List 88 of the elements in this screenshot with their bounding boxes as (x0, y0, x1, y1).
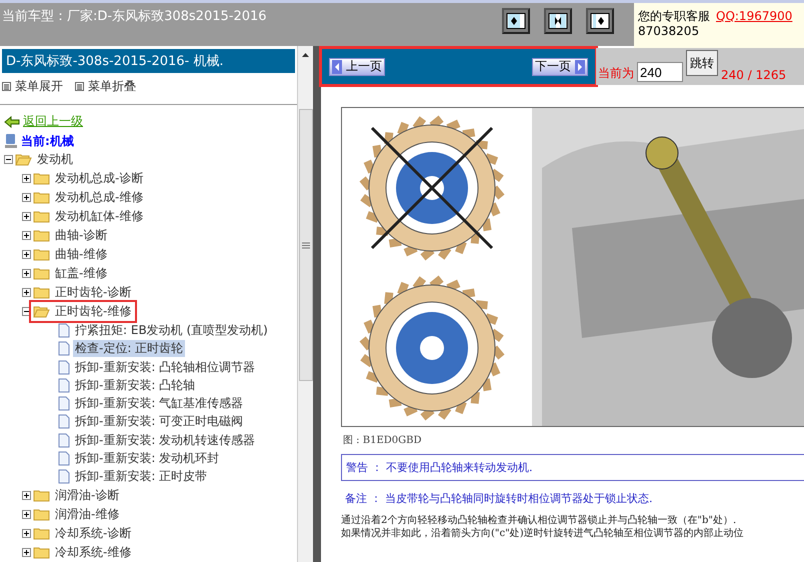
folder-icon (33, 191, 50, 204)
tree-folder[interactable]: 发动机缸体-维修 (53, 208, 146, 226)
document-icon (58, 378, 70, 393)
grip-icon (302, 242, 310, 248)
expand-icon[interactable] (22, 193, 31, 202)
document-icon (58, 322, 70, 338)
layout-button[interactable] (502, 8, 530, 34)
expand-icon[interactable] (22, 528, 31, 538)
collapse-icon[interactable] (4, 155, 13, 164)
folder-icon (33, 229, 50, 242)
expand-icon[interactable] (22, 174, 31, 184)
tree-item[interactable]: 拆卸-重新安装: 凸轮轴 (73, 376, 198, 394)
tree-folder[interactable]: 冷却系统-维修 (53, 544, 134, 561)
current-section: 当前:机械 (21, 132, 74, 150)
vehicle-title: 当前车型：厂家:D-东风标致308s2015-2016 (1, 8, 268, 25)
tree-item[interactable]: 拆卸-重新安装: 气缸基准传感器 (73, 395, 246, 412)
tree-item[interactable]: 拆卸-重新安装: 凸轮轴相位调节器 (73, 358, 258, 376)
expand-icon[interactable] (22, 269, 31, 278)
folder-icon (33, 248, 50, 262)
service-phone: 87038205 (638, 24, 700, 38)
tree-folder[interactable]: 曲轴-诊断 (53, 227, 110, 244)
document-icon (58, 341, 70, 356)
expand-icon[interactable] (22, 510, 31, 519)
document-icon (58, 432, 70, 448)
tree-folder[interactable]: 发动机总成-诊断 (53, 170, 146, 188)
body-text: 如果情况并非如此，沿着箭头方向("c"处)逆时针旋转进气凸轮轴至相位调节器的内部止动位 (341, 527, 745, 540)
folder-icon (33, 488, 50, 502)
expand-icon[interactable] (22, 288, 31, 298)
collapse-all-link[interactable]: 菜单折叠 (88, 78, 136, 95)
prev-page-button[interactable]: 上一页 (329, 58, 385, 76)
current-page-label: 当前为 (598, 65, 634, 82)
tree-folder[interactable]: 发动机 (35, 151, 75, 168)
page-input[interactable]: 240 (637, 62, 683, 82)
scroll-up-icon[interactable] (301, 51, 310, 59)
next-page-button[interactable]: 下一页 (532, 58, 588, 76)
folder-icon (33, 546, 50, 559)
folder-icon (33, 305, 50, 318)
tree-folder[interactable]: 发动机总成-维修 (53, 189, 146, 206)
tree-folder[interactable]: 润滑油-维修 (53, 506, 122, 523)
expand-icon[interactable] (22, 490, 31, 500)
tree-item[interactable]: 拧紧扭矩: EB发动机 (直喷型发动机) (73, 322, 270, 339)
document-icon (58, 451, 70, 466)
back-link[interactable]: 返回上一级 (23, 113, 83, 130)
tree-folder[interactable]: 缸盖-维修 (53, 265, 110, 282)
folder-icon (33, 210, 50, 224)
folder-icon (15, 153, 32, 166)
tree-item[interactable]: 检查-定位: 正时齿轮 (73, 340, 186, 358)
folder-icon (33, 172, 50, 186)
document-icon (58, 469, 70, 484)
qq-link[interactable]: QQ:1967900 (716, 9, 792, 23)
sidebar-title: D-东风标致-308s-2015-2016- 机械. (2, 49, 295, 73)
tree-folder[interactable]: 润滑油-诊断 (53, 486, 122, 504)
scrollbar[interactable] (297, 46, 313, 562)
tree-item[interactable]: 拆卸-重新安装: 发动机环封 (73, 450, 222, 468)
computer-icon (4, 133, 18, 150)
figure-caption: 图 : B1ED0GBD (343, 434, 422, 447)
document-icon (58, 360, 70, 375)
warning-text: 警告 ： 不要使用凸轮轴来转动发动机. (341, 454, 804, 481)
folder-icon (33, 286, 50, 300)
jump-button[interactable]: 跳转 (686, 50, 718, 76)
body-text: 通过沿着2个方向轻轻移动凸轮轴检查并确认相位调节器锁止并与凸轮轴一致（在"b"处）. (341, 514, 738, 527)
note-text: 备注 ： 当皮带轮与凸轮轴同时旋转时相位调节器处于锁止状态. (344, 491, 654, 507)
folder-icon (33, 526, 50, 540)
menu-icon (75, 82, 84, 91)
tree-folder[interactable]: 冷却系统-诊断 (53, 524, 134, 542)
arrow-left-icon (4, 116, 20, 128)
expand-all-link[interactable]: 菜单展开 (15, 78, 63, 95)
tree-item[interactable]: 拆卸-重新安装: 可变正时电磁阀 (73, 413, 246, 430)
tree-folder[interactable]: 正时齿轮-维修 (53, 303, 134, 320)
layout-button[interactable] (544, 8, 572, 34)
tree-item[interactable]: 拆卸-重新安装: 正时皮带 (73, 468, 210, 486)
page-count: 240 / 1265 (721, 68, 786, 82)
document-icon (58, 414, 70, 430)
expand-icon[interactable] (22, 212, 31, 222)
expand-icon[interactable] (22, 250, 31, 260)
arrow-left-icon (332, 60, 342, 74)
collapse-icon[interactable] (22, 307, 31, 316)
folder-icon (33, 508, 50, 521)
expand-icon[interactable] (22, 548, 31, 557)
arrow-right-icon (575, 60, 585, 74)
tree-folder[interactable]: 正时齿轮-诊断 (53, 284, 134, 302)
layout-button[interactable] (586, 8, 614, 34)
document-icon (58, 396, 70, 412)
tree-folder[interactable]: 曲轴-维修 (53, 246, 110, 264)
tree-item[interactable]: 拆卸-重新安装: 发动机转速传感器 (73, 432, 258, 449)
folder-icon (33, 267, 50, 280)
expand-icon[interactable] (22, 231, 31, 240)
service-label: 您的专职客服 (638, 9, 710, 23)
